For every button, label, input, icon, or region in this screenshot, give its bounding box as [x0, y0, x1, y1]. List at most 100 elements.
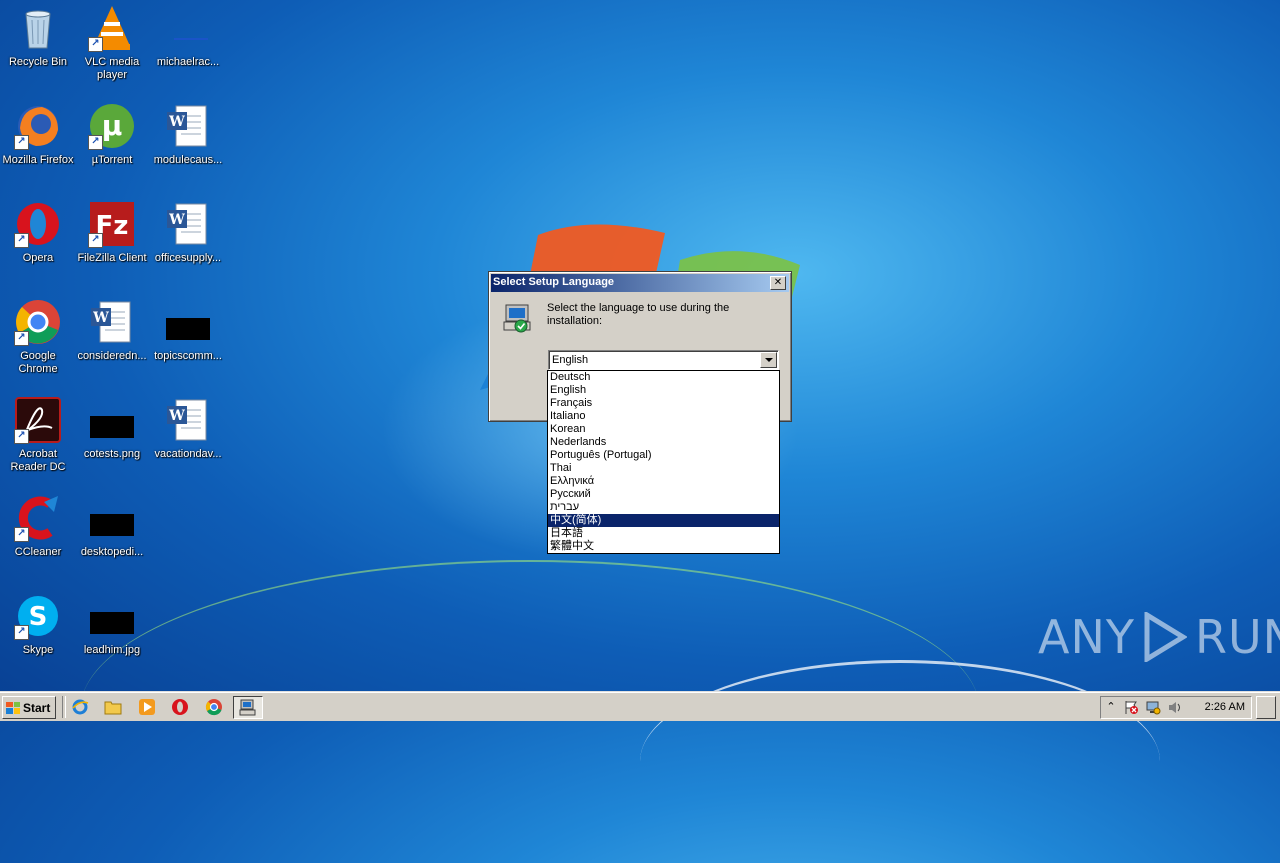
- svg-text:W: W: [92, 310, 109, 326]
- action-center-flag-icon[interactable]: [1123, 700, 1139, 715]
- desktop-icon[interactable]: ↗ Google Chrome: [0, 298, 76, 376]
- language-option[interactable]: Français: [548, 397, 779, 410]
- shortcut-arrow-icon: ↗: [88, 37, 103, 52]
- wallpaper-arc-white: [640, 660, 1160, 863]
- opera-icon: ↗: [14, 200, 62, 248]
- show-desktop-button[interactable]: [1256, 696, 1276, 719]
- acrobat-icon: ↗: [14, 396, 62, 444]
- vlc-icon: ↗: [88, 4, 136, 52]
- desktop-icon[interactable]: Recycle Bin: [0, 4, 76, 69]
- desktop-icon-label: FileZilla Client: [77, 252, 147, 264]
- desktop-icon[interactable]: Wmodulecaus...: [150, 102, 226, 167]
- close-button[interactable]: ✕: [770, 276, 786, 290]
- taskbar-separator: [62, 696, 66, 718]
- word-document-icon: W: [164, 200, 212, 248]
- desktop-icon-label: leadhim.jpg: [83, 644, 141, 656]
- language-option[interactable]: Ελληνικά: [548, 475, 779, 488]
- shortcut-arrow-icon: ↗: [14, 625, 29, 640]
- desktop-icon[interactable]: ↗ VLC media player: [74, 4, 150, 82]
- language-option[interactable]: Deutsch: [548, 371, 779, 384]
- language-option[interactable]: Thai: [548, 462, 779, 475]
- chevron-down-icon[interactable]: [760, 352, 777, 368]
- image-file-icon: [88, 494, 136, 542]
- svg-text:W: W: [168, 212, 185, 228]
- language-option[interactable]: 中文(简体): [548, 514, 779, 527]
- word-document-icon: W: [88, 298, 136, 346]
- watermark-right: RUN: [1194, 610, 1280, 664]
- image-file-icon: [164, 298, 212, 346]
- language-option[interactable]: English: [548, 384, 779, 397]
- anyrun-watermark: ANY RUN: [1038, 610, 1280, 664]
- desktop-icon[interactable]: desktopedi...: [74, 494, 150, 559]
- dialog-title-bar[interactable]: Select Setup Language ✕: [491, 274, 789, 292]
- desktop-icon[interactable]: S ↗ Skype: [0, 592, 76, 657]
- desktop-icon[interactable]: ↗ Mozilla Firefox: [0, 102, 76, 167]
- svg-text:S: S: [29, 602, 48, 632]
- language-option[interactable]: Português (Portugal): [548, 449, 779, 462]
- desktop-icon-label: VLC media player: [84, 56, 140, 81]
- desktop-icon-label: topicscomm...: [154, 350, 222, 362]
- language-select[interactable]: English: [548, 350, 779, 370]
- desktop-icon[interactable]: topicscomm...: [150, 298, 226, 363]
- desktop-icon-label: officesupply...: [154, 252, 222, 264]
- skype-icon: S ↗: [14, 592, 62, 640]
- desktop-icon[interactable]: Wconsideredn...: [74, 298, 150, 363]
- language-option[interactable]: Korean: [548, 423, 779, 436]
- desktop-icon[interactable]: cotests.png: [74, 396, 150, 461]
- language-option[interactable]: Русский: [548, 488, 779, 501]
- svg-text:µ: µ: [102, 109, 123, 142]
- language-option[interactable]: 日本語: [548, 527, 779, 540]
- svg-text:W: W: [168, 408, 185, 424]
- volume-icon[interactable]: [1167, 700, 1183, 715]
- desktop-icon[interactable]: Wofficesupply...: [150, 200, 226, 265]
- desktop-icon[interactable]: Wvacationdav...: [150, 396, 226, 461]
- chrome-taskbar-icon[interactable]: [205, 698, 223, 716]
- setup-computer-icon: [503, 304, 531, 333]
- play-icon: [1144, 612, 1187, 662]
- watermark-left: ANY: [1038, 610, 1135, 664]
- language-dropdown-list[interactable]: Deutsch English Français Italiano Korean Nede…: [547, 370, 780, 554]
- desktop-icon[interactable]: michaelrac...: [150, 4, 226, 69]
- language-option[interactable]: Nederlands: [548, 436, 779, 449]
- network-icon[interactable]: [1145, 700, 1161, 715]
- shortcut-arrow-icon: ↗: [88, 233, 103, 248]
- taskbar: Start ⌃ 2:26 AM: [0, 692, 1280, 721]
- language-option[interactable]: עברית: [548, 501, 779, 514]
- shortcut-arrow-icon: ↗: [14, 233, 29, 248]
- desktop-icon[interactable]: ↗ Acrobat Reader DC: [0, 396, 76, 474]
- desktop-icon[interactable]: ↗ CCleaner: [0, 494, 76, 559]
- media-player-icon[interactable]: [138, 698, 156, 716]
- svg-text:W: W: [168, 114, 185, 130]
- desktop-icon[interactable]: Fz ↗ FileZilla Client: [74, 200, 150, 265]
- shortcut-arrow-icon: ↗: [14, 331, 29, 346]
- setup-taskbar-button[interactable]: [233, 696, 263, 719]
- recycle-bin-icon: [14, 4, 62, 52]
- language-select-value: English: [552, 354, 589, 366]
- firefox-icon: ↗: [14, 102, 62, 150]
- folder-icon[interactable]: [104, 698, 122, 716]
- shortcut-arrow-icon: ↗: [88, 135, 103, 150]
- shortcut-arrow-icon: ↗: [14, 135, 29, 150]
- ccleaner-icon: ↗: [14, 494, 62, 542]
- setup-icon: [239, 699, 256, 716]
- desktop-icon-label: Skype: [22, 644, 54, 656]
- language-option[interactable]: Italiano: [548, 410, 779, 423]
- clock[interactable]: 2:26 AM: [1205, 701, 1245, 713]
- desktop-icon-label: cotests.png: [83, 448, 141, 460]
- desktop-icon[interactable]: leadhim.jpg: [74, 592, 150, 657]
- desktop-icon[interactable]: ↗ Opera: [0, 200, 76, 265]
- language-option[interactable]: 繁體中文: [548, 540, 779, 553]
- show-hidden-icons-button[interactable]: ⌃: [1103, 700, 1119, 715]
- dialog-title: Select Setup Language: [493, 276, 615, 288]
- image-file-icon: [88, 396, 136, 444]
- opera-taskbar-icon[interactable]: [171, 698, 189, 716]
- desktop-icon-label: desktopedi...: [80, 546, 144, 558]
- desktop-icon-label: vacationdav...: [154, 448, 222, 460]
- start-button[interactable]: Start: [2, 696, 56, 719]
- desktop-icon-label: Acrobat Reader DC: [10, 448, 66, 473]
- desktop-icon-label: Recycle Bin: [8, 56, 68, 68]
- desktop-icon[interactable]: µ ↗ µTorrent: [74, 102, 150, 167]
- internet-explorer-icon[interactable]: [71, 698, 89, 716]
- desktop-icon-label: Mozilla Firefox: [2, 154, 74, 166]
- shortcut-arrow-icon: ↗: [14, 527, 29, 542]
